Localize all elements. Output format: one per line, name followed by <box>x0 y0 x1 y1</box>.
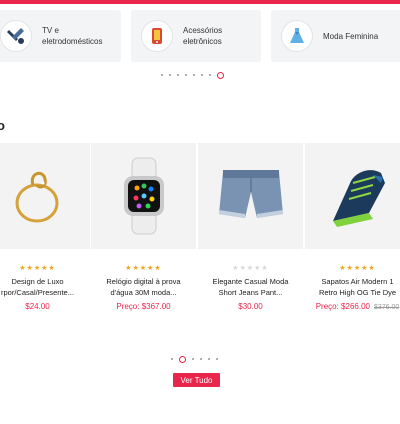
old-price: $376.00 <box>373 304 400 311</box>
product-card[interactable]: ★★★★★ Elegante Casual Moda Short Jeans P… <box>198 143 303 329</box>
pager-dot[interactable] <box>209 74 211 76</box>
category-label-line2: eletrodomésticos <box>42 37 103 46</box>
product-name-line2[interactable]: Short Jeans Pant... <box>198 287 303 298</box>
category-label-line1: Acessórios <box>183 26 223 35</box>
product-card[interactable]: ★★★★★ Relógio digital à prova d'água 30M… <box>91 143 196 329</box>
shorts-icon <box>218 170 283 218</box>
product-image-sneaker[interactable] <box>305 143 400 249</box>
category-card-tv[interactable]: TV e eletrodomésticos <box>0 10 121 62</box>
product-pager <box>168 355 221 363</box>
pager-dot[interactable] <box>200 358 202 360</box>
product-card[interactable]: ★★★★★ Design de Luxo rpor/Casal/Presente… <box>0 143 90 329</box>
product-image-ring[interactable] <box>0 143 90 249</box>
pager-dot[interactable] <box>192 358 194 360</box>
section-heading: o <box>0 118 5 133</box>
rating-stars: ★★★★★ <box>232 265 269 272</box>
ring-icon <box>15 171 58 223</box>
price-row: $24.00 <box>0 302 90 311</box>
price: $367.00 <box>141 302 171 311</box>
product-card[interactable]: ★★★★★ Sapatos Air Modern 1 Retro High OG… <box>305 143 400 329</box>
category-carousel: TV e eletrodomésticos Acessórios eletrôn… <box>0 4 400 66</box>
category-label-tv: TV e eletrodomésticos <box>42 25 102 47</box>
pager-dot[interactable] <box>217 71 224 79</box>
category-pager <box>158 71 227 79</box>
price-row: $30.00 <box>198 302 303 311</box>
product-name-line2[interactable]: Retro High OG Tie Dye <box>305 287 400 298</box>
product-name[interactable]: Elegante Casual Moda <box>198 276 303 287</box>
product-image-watch[interactable] <box>91 143 196 249</box>
price-row: Preço: $266.00 $376.00 <box>305 302 400 311</box>
pager-dot[interactable] <box>177 74 179 76</box>
phone-icon <box>141 20 173 52</box>
price: $24.00 <box>25 302 50 311</box>
category-label-line2: eletrônicos <box>183 37 222 46</box>
product-name[interactable]: Sapatos Air Modern 1 <box>305 276 400 287</box>
product-name[interactable]: Relógio digital à prova <box>91 276 196 287</box>
pager-dot[interactable] <box>171 358 173 360</box>
pager-dot[interactable] <box>169 74 171 76</box>
price-label: Preço: <box>116 302 142 311</box>
watch-icon <box>123 157 164 235</box>
sneaker-icon <box>332 170 385 227</box>
pager-dot[interactable] <box>193 74 195 76</box>
pager-dot[interactable] <box>161 74 163 76</box>
price: $30.00 <box>238 302 263 311</box>
pager-dot[interactable] <box>216 358 218 360</box>
category-label-line1: TV e <box>42 26 59 35</box>
category-card-women-fashion[interactable]: Moda Feminina <box>271 10 400 62</box>
category-label-line1: Moda Feminina <box>323 31 379 41</box>
pager-dot[interactable] <box>179 355 186 363</box>
tools-icon <box>0 20 32 52</box>
product-name-line2[interactable]: rpor/Casal/Presente... <box>0 287 90 298</box>
product-name[interactable]: Design de Luxo <box>0 276 90 287</box>
rating-stars: ★★★★★ <box>339 265 376 272</box>
price: $266.00 <box>341 302 370 311</box>
category-card-accessories[interactable]: Acessórios eletrônicos <box>131 10 261 62</box>
rating-stars: ★★★★★ <box>125 265 162 272</box>
dress-icon <box>281 20 313 52</box>
product-carousel: ★★★★★ Design de Luxo rpor/Casal/Presente… <box>0 143 400 329</box>
pager-dot[interactable] <box>208 358 210 360</box>
pager-dot[interactable] <box>201 74 203 76</box>
pager-dot[interactable] <box>185 74 187 76</box>
view-all-button[interactable]: Ver Tudo <box>173 373 220 387</box>
price-label: Preço: <box>315 302 342 311</box>
price-row: Preço: $367.00 <box>91 302 196 311</box>
product-name-line2[interactable]: d'água 30M moda... <box>91 287 196 298</box>
product-image-shorts[interactable] <box>198 143 303 249</box>
category-label-accessories: Acessórios eletrônicos <box>183 25 222 47</box>
rating-stars: ★★★★★ <box>19 265 56 272</box>
category-label-women-fashion: Moda Feminina <box>323 31 378 42</box>
